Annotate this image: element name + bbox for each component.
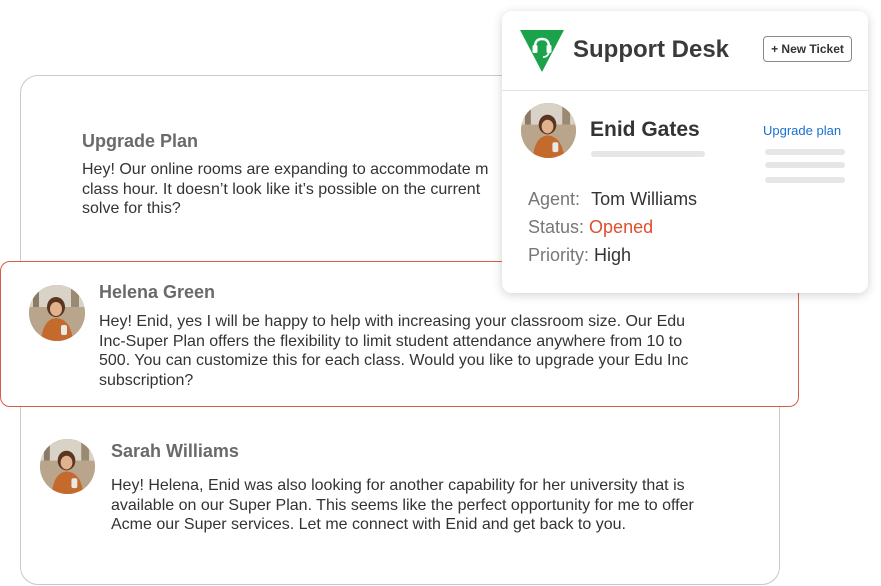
status-row: Status: Opened	[528, 217, 653, 238]
customer-avatar	[521, 103, 576, 158]
message-line: Hey! Enid, yes I will be happy to help w…	[99, 313, 686, 330]
message-line: Inc-Super Plan offers the flexibility to…	[99, 332, 683, 350]
message-content: Sarah Williams Hey! Helena, Enid was als…	[111, 441, 761, 535]
placeholder-bar	[591, 151, 705, 157]
message-author: Sarah Williams	[111, 441, 239, 461]
placeholder-bar	[765, 177, 845, 183]
message-line: Acme our Super services. Let me connect …	[111, 516, 626, 533]
message-line: Hey! Helena, Enid was also looking for a…	[111, 477, 685, 494]
message-body: Hey! Helena, Enid was also looking for a…	[111, 476, 761, 535]
priority-label: Priority:	[528, 245, 590, 265]
message-content: Helena Green Hey! Enid, yes I will be ha…	[99, 282, 759, 390]
priority-row: Priority: High	[528, 245, 631, 266]
avatar	[40, 439, 95, 494]
status-value: Opened	[589, 217, 654, 237]
avatar	[29, 285, 85, 341]
agent-row: Agent: Tom Williams	[528, 189, 697, 210]
agent-label: Agent:	[528, 189, 581, 209]
support-desk-panel: Support Desk + New Ticket Enid Gates Upg…	[502, 11, 868, 293]
message-line: subscription?	[99, 371, 194, 389]
panel-title: Support Desk	[573, 36, 730, 63]
message-line: 500. You can customize this for each cla…	[99, 352, 689, 369]
status-label: Status:	[528, 217, 585, 237]
placeholder-bar	[765, 149, 845, 155]
message-line: available on our Super Plan. This seems …	[111, 496, 694, 514]
agent-value: Tom Williams	[591, 189, 698, 209]
new-ticket-button[interactable]: + New Ticket	[763, 36, 852, 62]
headset-logo-icon	[520, 30, 564, 74]
panel-header: Support Desk + New Ticket	[502, 11, 868, 91]
placeholder-bar	[765, 162, 845, 168]
priority-value: High	[594, 245, 632, 265]
customer-name: Enid Gates	[590, 118, 700, 141]
upgrade-plan-link[interactable]: Upgrade plan	[763, 123, 841, 138]
message-body: Hey! Enid, yes I will be happy to help w…	[99, 312, 759, 390]
